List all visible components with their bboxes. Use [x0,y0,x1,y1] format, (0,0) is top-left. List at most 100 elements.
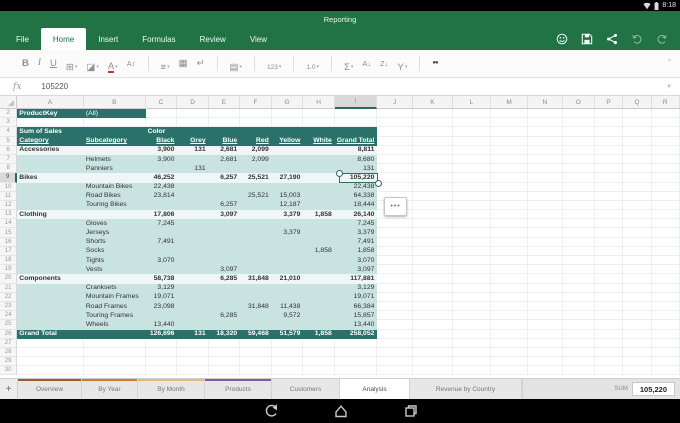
cell-E9[interactable]: 6,257 [209,173,241,182]
row-header-12[interactable]: 12 [0,201,17,210]
cell-G26[interactable]: 51,579 [272,330,304,339]
cell-P17[interactable] [595,247,623,256]
column-header-L[interactable]: L [453,96,492,109]
cell-F13[interactable] [240,210,272,219]
cell-F15[interactable] [240,228,272,237]
cell-L18[interactable] [453,256,492,265]
cell-K28[interactable] [413,348,452,357]
cell-C10[interactable]: 22,438 [146,183,178,192]
cell-J8[interactable] [377,164,413,173]
cell-M30[interactable] [491,366,528,375]
cell-Q26[interactable] [623,330,651,339]
cell-L26[interactable] [453,330,492,339]
cell-F11[interactable]: 25,521 [240,192,272,201]
cell-A9[interactable]: Bikes [17,173,84,182]
cell-I28[interactable] [335,348,378,357]
cell-C17[interactable] [146,247,178,256]
cell-K30[interactable] [413,366,452,375]
cell-E19[interactable]: 3,097 [209,265,241,274]
cell-I6[interactable]: 8,811 [335,146,378,155]
cell-R25[interactable] [652,320,680,329]
cell-J26[interactable] [377,330,413,339]
row-header-17[interactable]: 17 [0,247,17,256]
cell-C22[interactable]: 19,071 [146,293,178,302]
feedback-smiley-icon[interactable] [556,33,568,45]
ribbon-tab-home[interactable]: Home [41,28,86,50]
cell-E16[interactable] [209,238,241,247]
column-header-J[interactable]: J [377,96,413,109]
column-header-D[interactable]: D [177,96,208,109]
cell-R5[interactable] [652,137,680,146]
cell-I3[interactable] [335,118,378,127]
row-header-29[interactable]: 29 [0,357,17,366]
cell-O19[interactable] [563,265,595,274]
cell-A27[interactable] [17,339,84,348]
sheet-tab-by-month[interactable]: By Month [138,379,205,399]
cell-L3[interactable] [453,118,492,127]
cell-H14[interactable] [303,219,334,228]
cell-P22[interactable] [595,293,623,302]
cell-K2[interactable] [413,109,452,118]
cell-format-button[interactable]: ▤ [230,55,243,73]
cell-C14[interactable]: 7,245 [146,219,178,228]
cell-O5[interactable] [563,137,595,146]
cell-O12[interactable] [563,201,595,210]
cell-Q2[interactable] [623,109,651,118]
cell-D17[interactable] [177,247,208,256]
cell-R9[interactable] [652,173,680,182]
cell-R30[interactable] [652,366,680,375]
cell-D28[interactable] [177,348,208,357]
cell-H29[interactable] [303,357,334,366]
cell-O10[interactable] [563,183,595,192]
cell-E23[interactable] [209,302,241,311]
cell-F9[interactable]: 25,521 [240,173,272,182]
cell-G4[interactable] [272,127,304,136]
selection-handle-top-left[interactable] [336,170,343,177]
cell-J7[interactable] [377,155,413,164]
cell-F29[interactable] [240,357,272,366]
cell-Q7[interactable] [623,155,651,164]
cell-O27[interactable] [563,339,595,348]
cell-J3[interactable] [377,118,413,127]
cell-Q27[interactable] [623,339,651,348]
cell-F6[interactable]: 2,099 [240,146,272,155]
cell-Q28[interactable] [623,348,651,357]
cell-A29[interactable] [17,357,84,366]
cell-D13[interactable] [177,210,208,219]
row-header-2[interactable]: 2 [0,109,17,118]
cell-M10[interactable] [491,183,528,192]
cell-D19[interactable] [177,265,208,274]
cell-B21[interactable]: Cranksets [84,284,146,293]
formula-expand-icon[interactable]: ▼ [666,84,672,90]
cell-K15[interactable] [413,228,452,237]
sheet-tab-revenue-by-country[interactable]: Revenue by Country [410,379,522,399]
cell-R6[interactable] [652,146,680,155]
cell-G30[interactable] [272,366,304,375]
cell-B26[interactable] [84,330,146,339]
cell-L7[interactable] [453,155,492,164]
cell-O6[interactable] [563,146,595,155]
cell-R26[interactable] [652,330,680,339]
cell-C26[interactable]: 126,696 [146,330,178,339]
cell-E28[interactable] [209,348,241,357]
cell-F20[interactable]: 31,848 [240,274,272,283]
cell-N17[interactable] [528,247,563,256]
cell-R8[interactable] [652,164,680,173]
cell-G7[interactable] [272,155,304,164]
cell-I13[interactable]: 26,140 [335,210,378,219]
cell-G25[interactable] [272,320,304,329]
cell-I20[interactable]: 117,881 [335,274,378,283]
column-header-P[interactable]: P [595,96,623,109]
cell-J27[interactable] [377,339,413,348]
cell-P16[interactable] [595,238,623,247]
cell-I24[interactable]: 15,857 [335,311,378,320]
cell-C28[interactable] [146,348,178,357]
cell-B23[interactable]: Road Frames [84,302,146,311]
cell-J9[interactable] [377,173,413,182]
cell-P21[interactable] [595,284,623,293]
cell-G20[interactable]: 21,010 [272,274,304,283]
cell-R15[interactable] [652,228,680,237]
cell-F30[interactable] [240,366,272,375]
cell-N14[interactable] [528,219,563,228]
cell-D11[interactable] [177,192,208,201]
